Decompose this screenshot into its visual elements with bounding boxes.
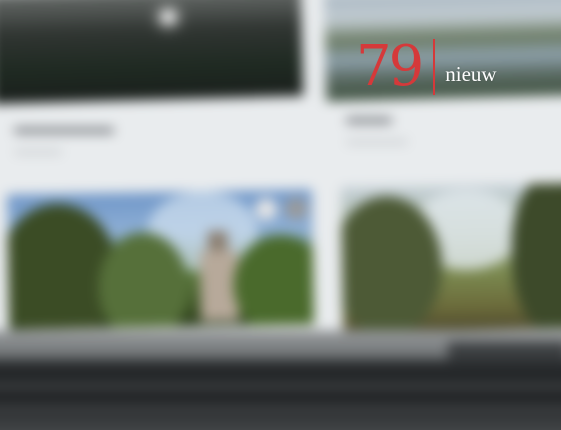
blurred-laptop-photo: 79 nieuw — [0, 0, 561, 430]
circle-icon — [254, 197, 278, 221]
thumbnail-sky — [0, 0, 302, 30]
keyboard-row — [0, 404, 561, 410]
keyboard-row — [0, 384, 561, 390]
keyboard-area — [0, 360, 561, 430]
new-count-badge: 79 nieuw — [356, 38, 497, 96]
new-count-number: 79 — [356, 34, 424, 99]
thumbnail-dark-lake — [0, 0, 304, 105]
new-count-label: nieuw — [445, 61, 497, 86]
caption-subline — [14, 150, 62, 154]
circle-icon — [284, 197, 308, 220]
thumbnail-park-trees — [340, 182, 561, 333]
caption-subline — [346, 140, 408, 144]
tree-shape — [510, 182, 561, 333]
thumbnail-castle-trees — [6, 189, 315, 330]
caption-line — [14, 128, 114, 133]
caption-line — [346, 118, 392, 123]
badge-divider — [433, 39, 436, 95]
